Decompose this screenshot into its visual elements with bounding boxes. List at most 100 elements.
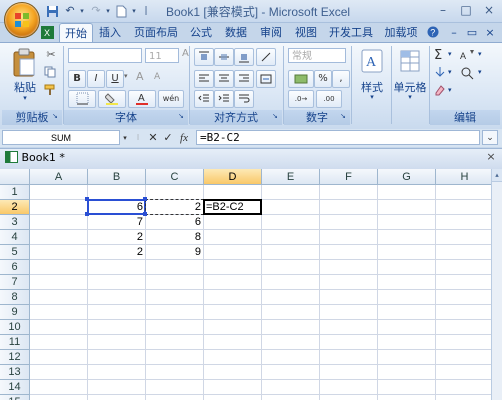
grow-font-size-icon[interactable]: A [136,70,150,83]
cells-icon[interactable] [396,48,424,78]
clear-icon[interactable] [434,84,448,98]
wrap-text-button[interactable] [234,90,254,108]
expand-formula-bar-icon[interactable]: ⌄ [482,130,498,145]
align-left-button[interactable] [194,70,214,88]
row-header-6[interactable]: 6 [0,260,30,275]
tab-view[interactable]: 视图 [292,23,320,42]
underline-button[interactable]: U [106,70,124,88]
row-header-12[interactable]: 12 [0,350,30,365]
undo-icon[interactable]: ↶ [62,3,78,19]
office-button[interactable] [4,2,40,38]
tab-home[interactable]: 开始 [59,23,93,43]
column-header-g[interactable]: G [378,169,436,185]
range-handle[interactable] [85,212,89,216]
cell-b5[interactable]: 2 [88,245,146,260]
insert-function-icon[interactable]: fx [176,131,192,145]
fill-icon[interactable] [434,66,448,80]
increase-indent-button[interactable] [214,90,234,108]
cancel-entry-icon[interactable]: ✕ [146,131,160,145]
italic-button[interactable]: I [87,70,105,88]
styles-dropdown-icon[interactable]: ▾ [366,93,378,101]
vertical-scrollbar[interactable]: ▴ [491,169,502,400]
row-header-5[interactable]: 5 [0,245,30,260]
name-box[interactable]: SUM [2,130,120,145]
font-color-button[interactable]: A [128,90,156,108]
phonetic-guide-button[interactable]: wén [158,90,184,108]
row-header-11[interactable]: 11 [0,335,30,350]
comma-style-button[interactable]: , [332,70,350,88]
row-header-14[interactable]: 14 [0,380,30,395]
range-handle[interactable] [143,212,147,216]
shrink-font-size-icon[interactable]: A [154,72,166,82]
bold-button[interactable]: B [68,70,86,88]
align-right-button[interactable] [234,70,254,88]
cell-b3[interactable]: 7 [88,215,146,230]
cell-c2[interactable]: 2 [146,200,204,215]
cut-icon[interactable]: ✂ [44,48,58,62]
column-header-c[interactable]: C [146,169,204,185]
column-header-b[interactable]: B [88,169,146,185]
row-header-10[interactable]: 10 [0,320,30,335]
sort-filter-icon[interactable]: A [460,48,478,64]
grow-font-icon[interactable]: A [182,48,194,59]
cell-b2[interactable]: 6 [88,200,146,215]
column-header-d[interactable]: D [204,169,262,185]
name-box-dropdown-icon[interactable]: ▾ [121,131,129,145]
column-header-e[interactable]: E [262,169,320,185]
redo-icon[interactable]: ↷ [88,3,104,19]
column-header-a[interactable]: A [30,169,88,185]
decrease-indent-button[interactable] [194,90,214,108]
cell-c4[interactable]: 8 [146,230,204,245]
accounting-format-button[interactable] [288,70,314,88]
underline-dropdown-icon[interactable]: ▾ [124,72,132,80]
tab-page-layout[interactable]: 页面布局 [130,23,182,42]
align-bottom-button[interactable] [234,48,254,66]
font-size-combo[interactable]: 11 [145,48,179,63]
cell-d2[interactable]: =B2-C2 [206,200,264,215]
range-handle[interactable] [85,197,89,201]
font-launcher-icon[interactable]: ↘ [178,112,186,120]
paste-label[interactable]: 粘贴 [10,79,40,95]
orientation-button[interactable] [256,48,276,66]
row-header-8[interactable]: 8 [0,290,30,305]
paste-dropdown-icon[interactable]: ▾ [18,94,32,102]
autosum-dropdown-icon[interactable]: ▾ [448,50,456,58]
row-header-15[interactable]: 15 [0,395,30,400]
tab-formulas[interactable]: 公式 [187,23,215,42]
align-top-button[interactable] [194,48,214,66]
fill-dropdown-icon[interactable]: ▾ [448,68,456,76]
clear-dropdown-icon[interactable]: ▾ [448,86,456,94]
align-center-button[interactable] [214,70,234,88]
close-button[interactable]: × [478,1,500,19]
column-header-h[interactable]: H [436,169,491,185]
tab-insert[interactable]: 插入 [96,23,124,42]
formula-input[interactable]: =B2-C2 [196,130,480,145]
row-header-9[interactable]: 9 [0,305,30,320]
column-header-f[interactable]: F [320,169,378,185]
row-header-7[interactable]: 7 [0,275,30,290]
paste-icon[interactable] [8,48,40,82]
range-handle[interactable] [143,197,147,201]
merge-center-button[interactable] [256,70,276,88]
tab-add-ins[interactable]: 加载项 [381,23,421,42]
tab-data[interactable]: 数据 [222,23,250,42]
sort-filter-dropdown-icon[interactable]: ▾ [478,50,486,58]
copy-icon[interactable] [44,66,58,80]
find-select-icon[interactable] [460,66,478,82]
cell-c5[interactable]: 9 [146,245,204,260]
redo-dropdown-icon[interactable]: ▾ [104,3,112,19]
cells-dropdown-icon[interactable]: ▾ [404,93,416,101]
split-box-icon[interactable]: ▴ [492,169,502,182]
number-launcher-icon[interactable]: ↘ [340,112,348,120]
font-name-combo[interactable] [68,48,142,63]
enter-entry-icon[interactable]: ✓ [161,131,175,145]
cell-b4[interactable]: 2 [88,230,146,245]
number-format-combo[interactable]: 常规 [288,48,346,63]
align-middle-button[interactable] [214,48,234,66]
cell-c3[interactable]: 6 [146,215,204,230]
alignment-launcher-icon[interactable]: ↘ [272,112,280,120]
worksheet-grid[interactable]: ABCDEFGH12345678910111213141562=B2-C2762… [0,169,491,400]
row-header-2[interactable]: 2 [0,200,30,215]
quick-access-more-icon[interactable]: | [142,3,150,19]
decrease-decimal-button[interactable]: .00 [316,90,342,108]
